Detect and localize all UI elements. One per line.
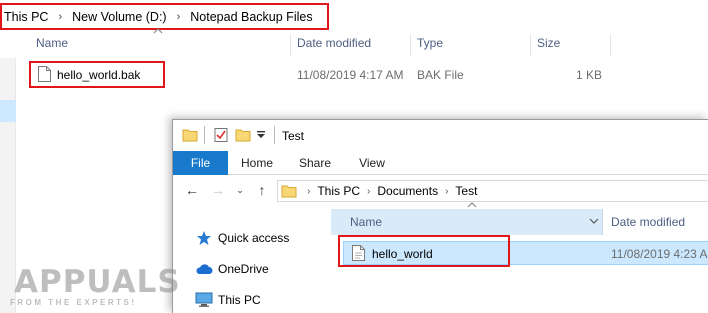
file-list: Name Date modified hello_world 11/08/201… xyxy=(331,202,708,313)
background-nav-selection xyxy=(0,100,16,122)
breadcrumb-separator-icon: › xyxy=(445,185,449,197)
file-icon xyxy=(38,66,51,82)
nav-item-label: OneDrive xyxy=(218,262,269,276)
customize-toolbar-icon[interactable] xyxy=(256,131,266,139)
column-divider[interactable] xyxy=(610,34,611,56)
folder-icon xyxy=(281,185,297,198)
forward-arrow-icon[interactable]: → xyxy=(209,181,227,199)
tab-file[interactable]: File xyxy=(173,151,228,175)
up-arrow-icon[interactable]: ↑ xyxy=(253,181,271,199)
file-date: 11/08/2019 4:17 AM xyxy=(297,68,404,82)
new-folder-icon[interactable] xyxy=(235,127,251,143)
file-date: 11/08/2019 4:23 AM xyxy=(611,247,708,261)
column-header-name[interactable]: Name xyxy=(36,36,68,50)
window-title: Test xyxy=(282,129,305,143)
file-row-bak[interactable]: hello_world.bak 11/08/2019 4:17 AM BAK F… xyxy=(0,62,708,86)
breadcrumb-notepad-backup-files[interactable]: Notepad Backup Files xyxy=(186,10,316,24)
breadcrumb-this-pc[interactable]: This PC xyxy=(0,10,52,24)
background-address-bar[interactable]: This PC › New Volume (D:) › Notepad Back… xyxy=(0,4,317,29)
column-divider[interactable] xyxy=(530,34,531,56)
title-bar[interactable]: Test xyxy=(173,120,708,151)
navigation-bar: ← → ⌄ ↑ › This PC › Documents › Test xyxy=(173,176,708,206)
column-header-type[interactable]: Type xyxy=(417,36,443,50)
toolbar-divider xyxy=(274,126,275,144)
breadcrumb-documents[interactable]: Documents xyxy=(374,184,441,198)
column-header-row: Name Date modified xyxy=(331,209,708,235)
nav-item-onedrive[interactable]: OneDrive xyxy=(195,258,269,280)
folder-icon xyxy=(182,129,198,142)
cloud-icon xyxy=(195,261,213,277)
star-icon xyxy=(195,230,213,246)
address-bar[interactable]: › This PC › Documents › Test xyxy=(277,180,708,202)
navigation-pane: Quick access OneDrive This PC xyxy=(173,206,331,313)
file-name[interactable]: hello_world.bak xyxy=(57,68,140,82)
recent-locations-chevron-icon[interactable]: ⌄ xyxy=(231,181,249,199)
breadcrumb-separator-icon: › xyxy=(307,185,311,197)
properties-icon[interactable] xyxy=(213,127,229,143)
tab-share[interactable]: Share xyxy=(290,151,340,175)
breadcrumb-new-volume[interactable]: New Volume (D:) xyxy=(68,10,170,24)
breadcrumb-separator-icon: › xyxy=(58,10,63,23)
breadcrumb-separator-icon: › xyxy=(367,185,371,197)
file-type: BAK File xyxy=(417,68,464,82)
nav-item-label: Quick access xyxy=(218,231,290,245)
breadcrumb-test[interactable]: Test xyxy=(452,184,480,198)
watermark-brand: APPUALS xyxy=(14,264,181,300)
computer-icon xyxy=(195,292,213,308)
tab-home[interactable]: Home xyxy=(232,151,282,175)
sort-ascending-icon xyxy=(467,202,477,208)
column-divider[interactable] xyxy=(290,34,291,56)
nav-item-quick-access[interactable]: Quick access xyxy=(195,227,289,249)
tab-view[interactable]: View xyxy=(347,151,397,175)
column-header-name-label: Name xyxy=(350,215,383,229)
chevron-down-icon[interactable] xyxy=(589,217,599,225)
nav-item-label: This PC xyxy=(218,293,261,307)
column-header-size[interactable]: Size xyxy=(537,36,560,50)
watermark-logo: APPUALS FROM THE EXPERTS! xyxy=(6,250,180,310)
text-file-icon xyxy=(352,245,365,261)
file-size: 1 KB xyxy=(575,68,602,82)
column-header-date[interactable]: Date modified xyxy=(297,36,371,50)
ribbon-tabs: File Home Share View xyxy=(173,151,708,175)
nav-item-this-pc[interactable]: This PC xyxy=(195,289,261,311)
watermark-tagline: FROM THE EXPERTS! xyxy=(10,298,137,307)
front-explorer-window: Test File Home Share View ← → ⌄ ↑ › This… xyxy=(172,119,708,313)
column-header-name[interactable]: Name xyxy=(331,209,603,235)
back-arrow-icon[interactable]: ← xyxy=(183,181,201,199)
sort-ascending-icon xyxy=(153,28,163,34)
column-header-date[interactable]: Date modified xyxy=(611,215,685,229)
breadcrumb-separator-icon: › xyxy=(176,10,181,23)
file-row-hello-world[interactable]: hello_world 11/08/2019 4:23 AM xyxy=(343,241,708,265)
breadcrumb-this-pc[interactable]: This PC xyxy=(314,184,363,198)
column-divider[interactable] xyxy=(410,34,411,56)
file-name[interactable]: hello_world xyxy=(372,247,433,261)
toolbar-divider xyxy=(204,126,205,144)
